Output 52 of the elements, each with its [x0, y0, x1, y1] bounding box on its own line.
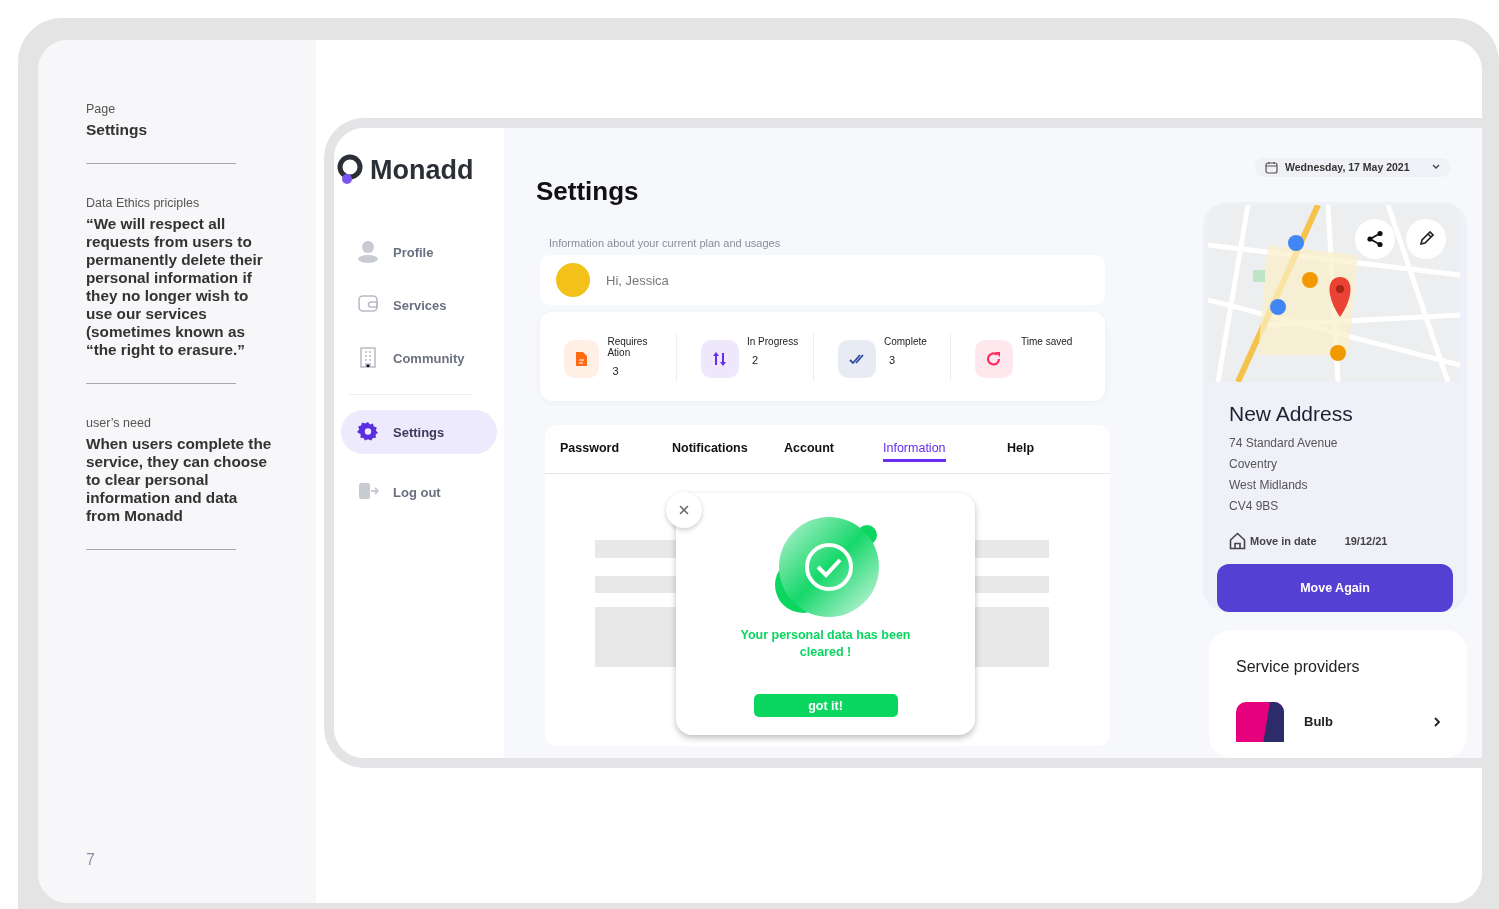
- stat-label: In Progress: [747, 335, 799, 347]
- date-picker[interactable]: Wednesday, 17 May 2021: [1255, 158, 1450, 177]
- tab[interactable]: Notifications: [672, 436, 748, 462]
- section-label: user’s need: [86, 416, 152, 430]
- stat-value: 2: [751, 353, 760, 366]
- move-in-date: 19/12/21: [1344, 534, 1388, 547]
- avatar: [556, 263, 590, 297]
- provider-item[interactable]: Bulb: [1236, 701, 1441, 742]
- move-in-label: Move in date: [1250, 534, 1317, 547]
- success-message: Your personal data has been cleared !: [739, 627, 912, 661]
- provider-logo-icon: [1236, 701, 1284, 742]
- address-line: West Midlands: [1229, 477, 1309, 493]
- stat-value: 3: [611, 364, 620, 377]
- subtitle: Information about your current plan and usages: [549, 237, 782, 249]
- address-line: CV4 9BS: [1229, 498, 1280, 514]
- providers-title: Service providers: [1236, 657, 1361, 676]
- address-line: 74 Standard Avenue: [1229, 435, 1339, 451]
- section-text: “We will respect all requests from users to permanently delete their personal information if they no longer wish to use our services (sometimes known as “the right to erasure.”: [86, 215, 264, 359]
- section-text: When users complete the service, they can choose to clear personal information and data from Monadd: [86, 435, 272, 525]
- section-title: Settings: [86, 121, 149, 139]
- tab[interactable]: Password: [560, 436, 620, 462]
- stat-value: 3: [888, 353, 897, 366]
- address-line: Coventry: [1229, 456, 1279, 472]
- share-icon: [1366, 229, 1384, 248]
- tab[interactable]: Help: [1007, 436, 1035, 462]
- greeting-text: Hi, Jessica: [606, 272, 669, 288]
- person-icon: [357, 240, 379, 264]
- calendar-icon: [1265, 160, 1278, 174]
- page-title: Settings: [536, 176, 640, 207]
- tab[interactable]: Information: [883, 436, 946, 462]
- section-label: Page: [86, 102, 117, 116]
- home-icon: [1229, 531, 1246, 550]
- page-number: 7: [86, 851, 95, 869]
- chevron-down-icon: [1432, 164, 1440, 171]
- nav-item[interactable]: Log out: [341, 470, 497, 514]
- nav-item[interactable]: Profile: [341, 230, 497, 274]
- chevron-right-icon: [1434, 716, 1441, 727]
- stat-label: Complete: [884, 335, 927, 347]
- tab[interactable]: Account: [784, 436, 834, 462]
- nav-item[interactable]: Services: [341, 283, 497, 327]
- date-text: Wednesday, 17 May 2021: [1285, 161, 1411, 174]
- nav-item[interactable]: Settings: [341, 410, 497, 454]
- nav-item[interactable]: Community: [341, 336, 497, 380]
- building-icon: [357, 346, 379, 370]
- section-label: Data Ethics priciples: [86, 196, 201, 210]
- close-icon: [679, 505, 689, 515]
- stat-label: Requires Ation: [607, 335, 649, 358]
- move-again-button[interactable]: Move Again: [1217, 563, 1453, 612]
- pencil-icon: [1418, 230, 1434, 247]
- address-title: New Address: [1229, 401, 1354, 426]
- logo-text: Monadd: [370, 154, 474, 186]
- stat-label: Time saved: [1021, 335, 1073, 347]
